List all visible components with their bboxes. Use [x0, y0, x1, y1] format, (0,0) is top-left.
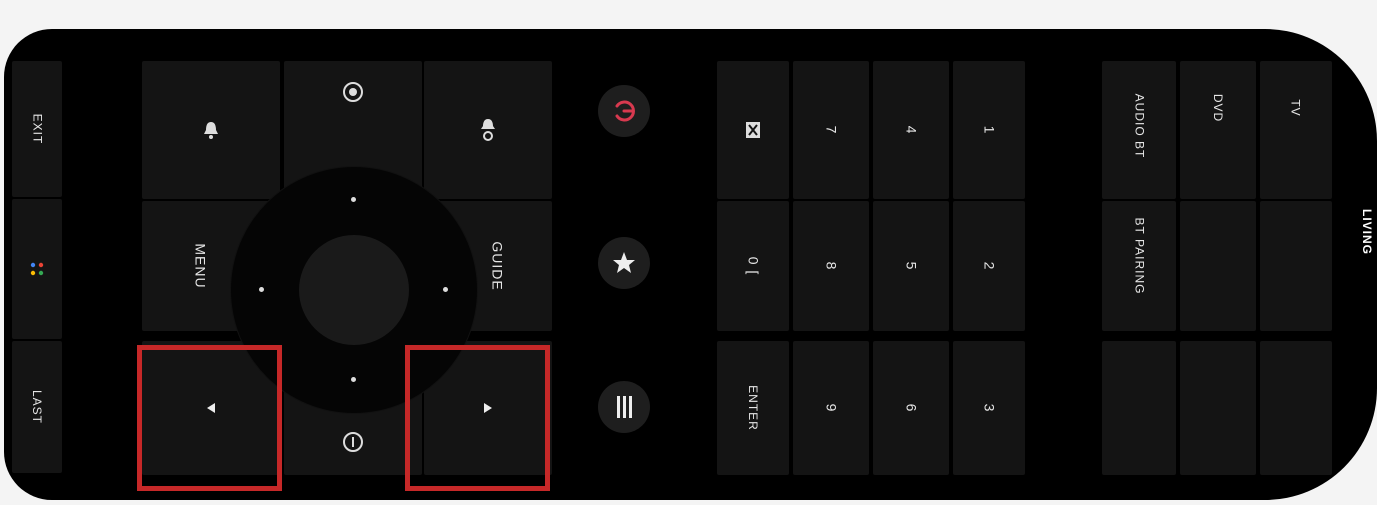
- exit-label: EXIT: [29, 113, 44, 145]
- star-icon: [613, 252, 635, 273]
- bt-pairing-button[interactable]: BT PAIRING: [1102, 201, 1176, 331]
- key-2[interactable]: 2: [953, 201, 1025, 331]
- key-0-label: 0 [: [744, 256, 761, 276]
- menu-lines-button[interactable]: [598, 381, 650, 433]
- audio-bt-label: AUDIO BT: [1131, 93, 1146, 159]
- info-icon: [343, 432, 363, 452]
- dpad-ring[interactable]: [231, 167, 477, 413]
- assistant-button[interactable]: [12, 199, 62, 339]
- key-5-label: 5: [902, 261, 919, 271]
- favorite-button[interactable]: [598, 237, 650, 289]
- key-1-label: 1: [980, 125, 997, 135]
- key-3[interactable]: 3: [953, 341, 1025, 475]
- dpad-left-dot[interactable]: [259, 287, 264, 292]
- device-slot-6[interactable]: [1260, 201, 1332, 331]
- device-slot-5[interactable]: [1180, 201, 1256, 331]
- key-8-label: 8: [822, 261, 839, 271]
- bell-button[interactable]: [142, 61, 280, 199]
- power-button[interactable]: [598, 85, 650, 137]
- menu-label: MENU: [192, 243, 209, 289]
- key-4[interactable]: 4: [873, 61, 949, 199]
- guide-label: GUIDE: [489, 241, 506, 291]
- key-9-label: 9: [822, 403, 839, 413]
- dvd-label: DVD: [1211, 93, 1225, 123]
- key-8[interactable]: 8: [793, 201, 869, 331]
- mute-button[interactable]: [717, 61, 789, 199]
- left-arrow-icon: [207, 403, 215, 413]
- room-label: LIVING: [1360, 208, 1375, 256]
- tv-label: TV: [1289, 99, 1303, 117]
- enter-label: ENTER: [745, 385, 760, 431]
- dpad-ok-button[interactable]: [299, 235, 409, 345]
- key-0[interactable]: 0 [: [717, 201, 789, 331]
- device-slot-9[interactable]: [1260, 341, 1332, 475]
- dpad-up-dot[interactable]: [351, 197, 356, 202]
- key-9[interactable]: 9: [793, 341, 869, 475]
- device-slot-8[interactable]: [1180, 341, 1256, 475]
- key-6[interactable]: 6: [873, 341, 949, 475]
- bell-sound-button[interactable]: [424, 61, 552, 199]
- audio-bt-button[interactable]: AUDIO BT: [1102, 61, 1176, 199]
- dvd-button[interactable]: DVD: [1180, 61, 1256, 199]
- enter-button[interactable]: ENTER: [717, 341, 789, 475]
- bt-pairing-label: BT PAIRING: [1132, 217, 1146, 295]
- last-label: LAST: [29, 389, 44, 425]
- key-4-label: 4: [902, 125, 919, 135]
- power-icon: [615, 100, 635, 122]
- settings-circle-icon: [343, 82, 363, 102]
- dpad-right-dot[interactable]: [443, 287, 448, 292]
- device-slot-7[interactable]: [1102, 341, 1176, 475]
- exit-button[interactable]: EXIT: [12, 61, 62, 197]
- key-2-label: 2: [980, 261, 997, 271]
- key-6-label: 6: [902, 403, 919, 413]
- dpad-down-dot[interactable]: [351, 377, 356, 382]
- key-3-label: 3: [980, 403, 997, 413]
- google-assistant-icon: [30, 262, 44, 276]
- remote-panel: EXIT LAST MENU GUIDE 7 4 1 0 [8 5 2 ENT…: [4, 29, 1377, 500]
- key-1[interactable]: 1: [953, 61, 1025, 199]
- key-5[interactable]: 5: [873, 201, 949, 331]
- tv-button[interactable]: TV: [1260, 61, 1332, 199]
- key-7-label: 7: [822, 125, 839, 135]
- mute-icon: [746, 122, 760, 138]
- right-arrow-icon: [484, 403, 492, 413]
- last-button[interactable]: LAST: [12, 341, 62, 473]
- menu-lines-icon: [617, 396, 632, 418]
- bell-sound-icon: [481, 119, 495, 141]
- key-7[interactable]: 7: [793, 61, 869, 199]
- bell-icon: [204, 122, 218, 139]
